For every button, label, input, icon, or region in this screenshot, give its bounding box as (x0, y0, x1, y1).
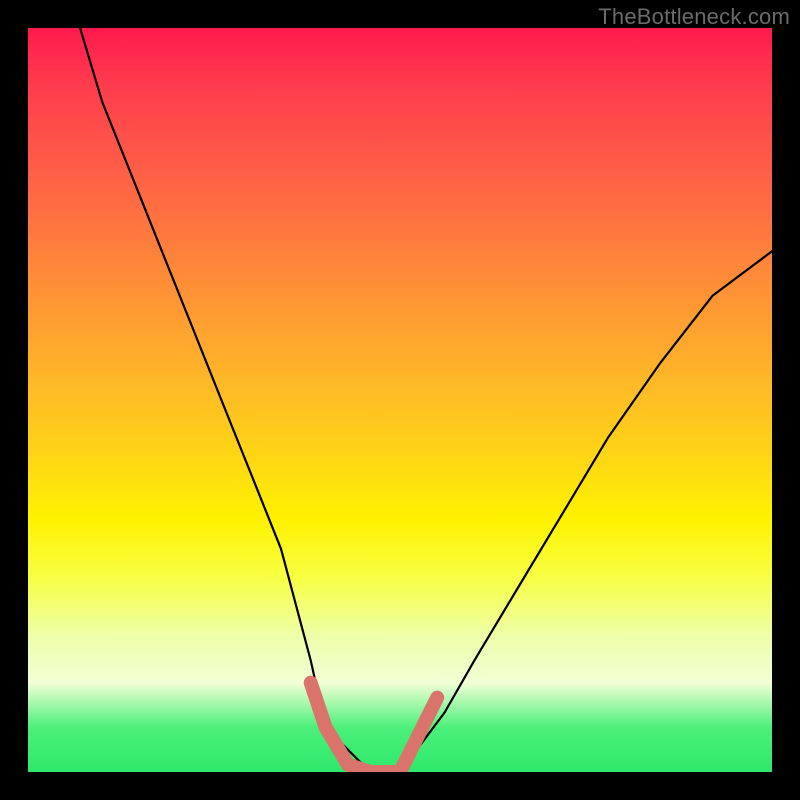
watermark-text: TheBottleneck.com (598, 4, 790, 30)
valley-highlight (311, 683, 438, 772)
bottleneck-curve (80, 28, 772, 772)
plot-area (28, 28, 772, 772)
chart-svg (28, 28, 772, 772)
chart-frame: TheBottleneck.com (0, 0, 800, 800)
